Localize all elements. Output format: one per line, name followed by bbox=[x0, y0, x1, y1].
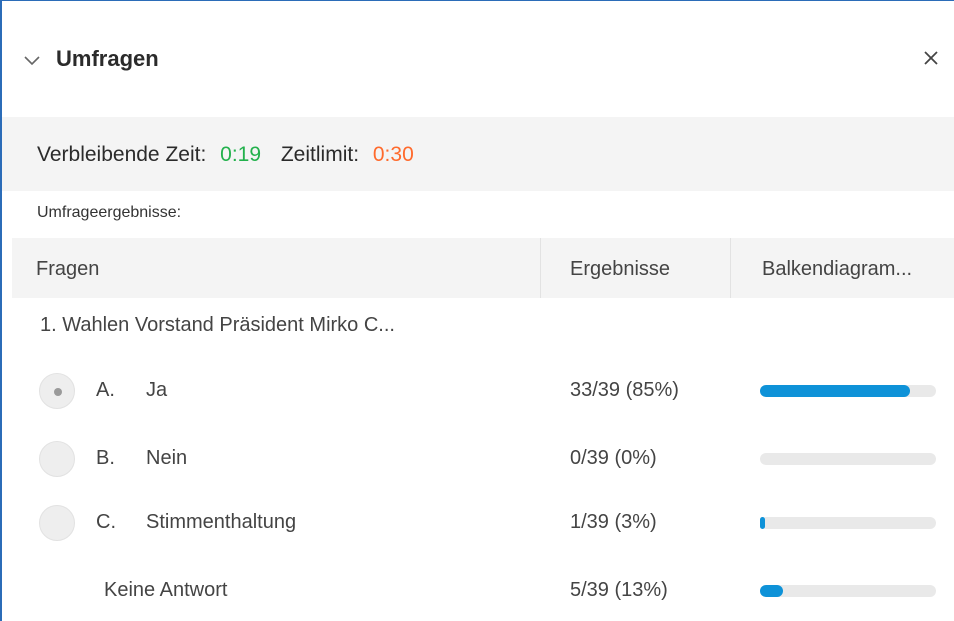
column-divider[interactable] bbox=[730, 238, 731, 298]
column-header-questions[interactable]: Fragen bbox=[36, 258, 99, 281]
time-limit-label: Zeitlimit: bbox=[280, 143, 360, 166]
question-text: 1. Wahlen Vorstand Präsident Mirko C... bbox=[40, 314, 395, 336]
no-answer-label: Keine Antwort bbox=[104, 579, 228, 601]
close-icon[interactable] bbox=[918, 45, 944, 71]
result-bar-track bbox=[760, 585, 936, 597]
result-bar-fill bbox=[760, 585, 783, 597]
option-letter: B. bbox=[96, 447, 115, 469]
time-limit-value: 0:30 bbox=[372, 143, 414, 166]
remaining-time-label: Verbleibende Zeit: bbox=[37, 143, 207, 166]
polls-panel: Umfragen Verbleibende Zeit: 0:19 Zeitlim… bbox=[0, 0, 954, 621]
result-bar-fill bbox=[760, 385, 910, 397]
column-header-results[interactable]: Ergebnisse bbox=[570, 258, 670, 281]
option-result: 0/39 (0%) bbox=[570, 447, 657, 469]
option-c-radio[interactable] bbox=[39, 505, 75, 541]
option-label: Stimmenthaltung bbox=[146, 511, 297, 533]
results-table-header: Fragen Ergebnisse Balkendiagram... bbox=[12, 238, 954, 298]
result-bar-fill bbox=[760, 517, 765, 529]
option-result: 33/39 (85%) bbox=[570, 379, 679, 401]
column-header-bar-chart[interactable]: Balkendiagram... bbox=[762, 258, 912, 281]
option-row-c: C. Stimmenthaltung 1/39 (3%) bbox=[2, 505, 954, 565]
option-label: Ja bbox=[146, 379, 168, 401]
option-letter: C. bbox=[96, 511, 116, 533]
chevron-down-icon[interactable] bbox=[22, 51, 42, 71]
no-answer-row: Keine Antwort 5/39 (13%) bbox=[2, 573, 954, 621]
panel-title: Umfragen bbox=[56, 46, 159, 71]
no-answer-result: 5/39 (13%) bbox=[570, 579, 668, 601]
column-divider[interactable] bbox=[540, 238, 541, 298]
radio-selected-dot bbox=[54, 388, 62, 396]
option-b-radio[interactable] bbox=[39, 441, 75, 477]
option-row-b: B. Nein 0/39 (0%) bbox=[2, 441, 954, 501]
option-result: 1/39 (3%) bbox=[570, 511, 657, 533]
option-label: Nein bbox=[146, 447, 188, 469]
option-letter: A. bbox=[96, 379, 115, 401]
timer-bar: Verbleibende Zeit: 0:19 Zeitlimit: 0:30 bbox=[2, 117, 954, 191]
option-a-radio[interactable] bbox=[39, 373, 75, 409]
remaining-time-value: 0:19 bbox=[220, 143, 262, 166]
result-bar-track bbox=[760, 453, 936, 465]
panel-header: Umfragen bbox=[2, 1, 954, 117]
result-bar-track bbox=[760, 385, 936, 397]
result-bar-track bbox=[760, 517, 936, 529]
results-label: Umfrageergebnisse: bbox=[37, 204, 182, 221]
option-row-a: A. Ja 33/39 (85%) bbox=[2, 373, 954, 433]
